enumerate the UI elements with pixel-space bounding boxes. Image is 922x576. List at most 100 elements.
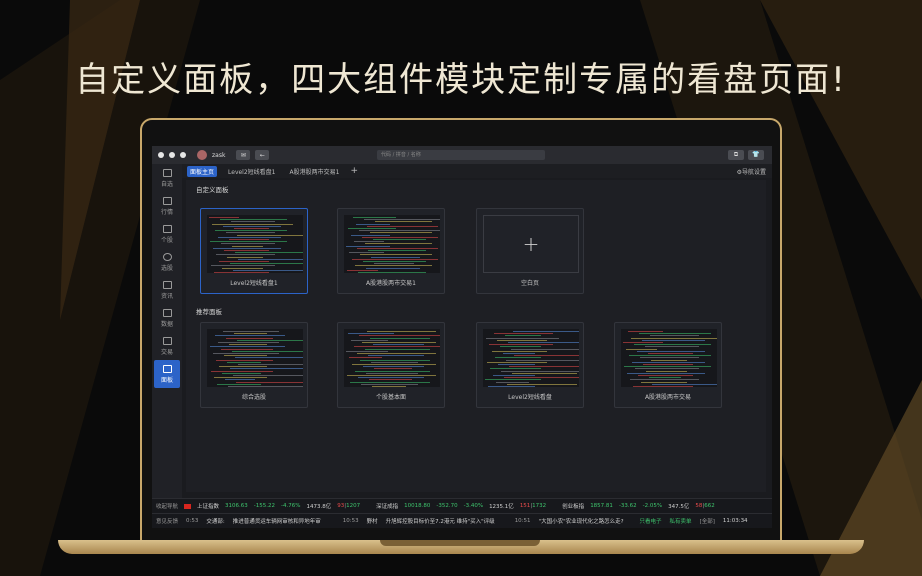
- message-button[interactable]: ✉: [236, 150, 251, 160]
- add-tab-button[interactable]: +: [350, 166, 358, 176]
- thumbnail-row: [213, 353, 279, 354]
- thumbnail-row: [503, 353, 535, 354]
- cy-index-volume: 347.5亿: [668, 504, 690, 510]
- thumbnail-row: [212, 223, 293, 225]
- thumbnail-row: [492, 350, 547, 352]
- thumbnail-row: [362, 342, 436, 343]
- thumbnail-row: [509, 366, 579, 368]
- thumbnail-row: [650, 335, 699, 337]
- thumbnail-row: [220, 219, 287, 221]
- collapse-nav-button[interactable]: 收起导航: [156, 502, 178, 510]
- thumbnail-row: [368, 355, 424, 357]
- recommended-card-level2[interactable]: Level2短线看盘: [476, 322, 584, 408]
- thumbnail-row: [504, 377, 579, 379]
- thumbnail-row: [369, 379, 412, 381]
- data-icon: [162, 308, 172, 317]
- thumbnail-row: [364, 219, 440, 221]
- sz-index-name[interactable]: 深证成指: [376, 502, 398, 510]
- window-minimize-button[interactable]: [169, 152, 175, 158]
- thumbnail-row: [373, 239, 426, 240]
- thumbnail-row: [216, 359, 273, 361]
- news-headline[interactable]: "大国小农"农业现代化之路怎么走?: [539, 517, 624, 525]
- thumbnail-row: [210, 241, 287, 243]
- thumbnail-row: [633, 386, 693, 387]
- nav-settings-button[interactable]: ⚙导航设置: [737, 167, 766, 176]
- thumbnail-row: [370, 232, 432, 234]
- thumbnail-row: [358, 272, 426, 273]
- thumbnail-row: [354, 346, 440, 348]
- tab-panel-home[interactable]: 面板主页: [187, 165, 218, 177]
- thumbnail-row: [357, 247, 438, 249]
- search-input[interactable]: 代码 / 拼音 / 名称: [377, 150, 545, 160]
- custom-card-ashare-hk[interactable]: A股港股两市交易1: [337, 208, 445, 294]
- thumbnail-row: [490, 368, 541, 370]
- thumbnail-row: [230, 263, 303, 265]
- thumbnail-row: [623, 342, 663, 343]
- filter-badge[interactable]: 只看电子: [640, 517, 662, 525]
- recommended-card-fundamentals[interactable]: 个股基本面: [337, 322, 445, 408]
- card-label: A股港股两市交易1: [366, 280, 416, 287]
- thumbnail-row: [349, 357, 382, 359]
- tab-ashare-hk[interactable]: A股港股两市交易1: [287, 166, 343, 177]
- window-maximize-button[interactable]: [180, 152, 186, 158]
- sidebar-item-trade[interactable]: 交易: [152, 332, 182, 360]
- news-headline[interactable]: 升旭辉控股目标价至7.2港元 维持"买入"评级: [386, 517, 495, 525]
- custom-card-blank[interactable]: + 空白页: [476, 208, 584, 294]
- sidebar-item-watchlist[interactable]: 自选: [152, 164, 182, 192]
- sidebar-item-stock[interactable]: 个股: [152, 220, 182, 248]
- cy-index-name[interactable]: 创业板指: [562, 502, 584, 510]
- thumbnail-row: [231, 221, 275, 223]
- sz-index-volume: 1235.1亿: [489, 504, 514, 510]
- thumbnail-row: [348, 228, 396, 229]
- thumbnail-row: [648, 353, 693, 354]
- page-headline: 自定义面板，四大组件模块定制专属的看盘页面!: [75, 60, 847, 100]
- thumbnail-row: [359, 230, 440, 232]
- feedback-button[interactable]: 意见反馈: [156, 517, 178, 525]
- sidebar-item-news[interactable]: 资讯: [152, 276, 182, 304]
- thumbnail-row: [365, 348, 430, 350]
- recommended-card-ashare-hk[interactable]: A股港股两市交易: [614, 322, 722, 408]
- skin-icon[interactable]: 👕: [748, 150, 764, 160]
- filter-badge[interactable]: [全部]: [700, 517, 715, 525]
- filter-badge[interactable]: 私有卖单: [670, 517, 692, 525]
- sidebar-item-panel[interactable]: 面板: [154, 360, 180, 388]
- sz-index-change: -352.70: [436, 503, 458, 509]
- thumbnail-row: [351, 339, 388, 341]
- card-label: 综合选股: [241, 394, 266, 401]
- news-source: 野村: [366, 519, 378, 525]
- thumbnail-row: [643, 364, 693, 365]
- thumbnail-row: [363, 261, 426, 262]
- news-headline[interactable]: 推进普通货运车辆网审核和异地年审: [233, 517, 321, 525]
- tab-level2[interactable]: Level2短线看盘1: [225, 166, 278, 177]
- clock: 11:03:34: [722, 518, 748, 524]
- thumbnail-row: [348, 333, 394, 335]
- thumbnail-row: [227, 361, 261, 363]
- avatar[interactable]: [197, 150, 207, 160]
- thumbnail-row: [512, 372, 577, 374]
- thumbnail-row: [218, 236, 281, 238]
- sidebar-item-screener[interactable]: 选股: [152, 248, 182, 276]
- window-layout-icon[interactable]: ⧉: [728, 150, 744, 160]
- sh-index-name[interactable]: 上证指数: [197, 502, 219, 510]
- thumbnail-row: [209, 217, 239, 218]
- thumbnail-row: [637, 350, 705, 352]
- thumbnail-row: [232, 350, 303, 352]
- thumbnail-row: [487, 361, 547, 363]
- thumbnail-row: [642, 339, 705, 341]
- sidebar-item-market[interactable]: 行情: [152, 192, 182, 220]
- thumbnail-row: [213, 247, 281, 249]
- sh-index-price: 3106.63: [225, 503, 248, 509]
- thumbnail-row: [214, 377, 267, 379]
- thumbnail-row: [350, 381, 430, 383]
- news-time: 10:51: [514, 518, 531, 524]
- back-arrow-icon[interactable]: ←: [255, 150, 270, 160]
- news-icon: [162, 280, 172, 289]
- recommended-card-screener[interactable]: 综合选股: [200, 322, 308, 408]
- thumbnail-row: [639, 333, 711, 335]
- thumbnail-row: [216, 254, 275, 256]
- custom-card-level2[interactable]: Level2短线看盘1: [200, 208, 308, 294]
- thumbnail-row: [219, 366, 267, 368]
- thumbnail-row: [233, 269, 303, 271]
- window-close-button[interactable]: [158, 152, 164, 158]
- sidebar-item-data[interactable]: 数据: [152, 304, 182, 332]
